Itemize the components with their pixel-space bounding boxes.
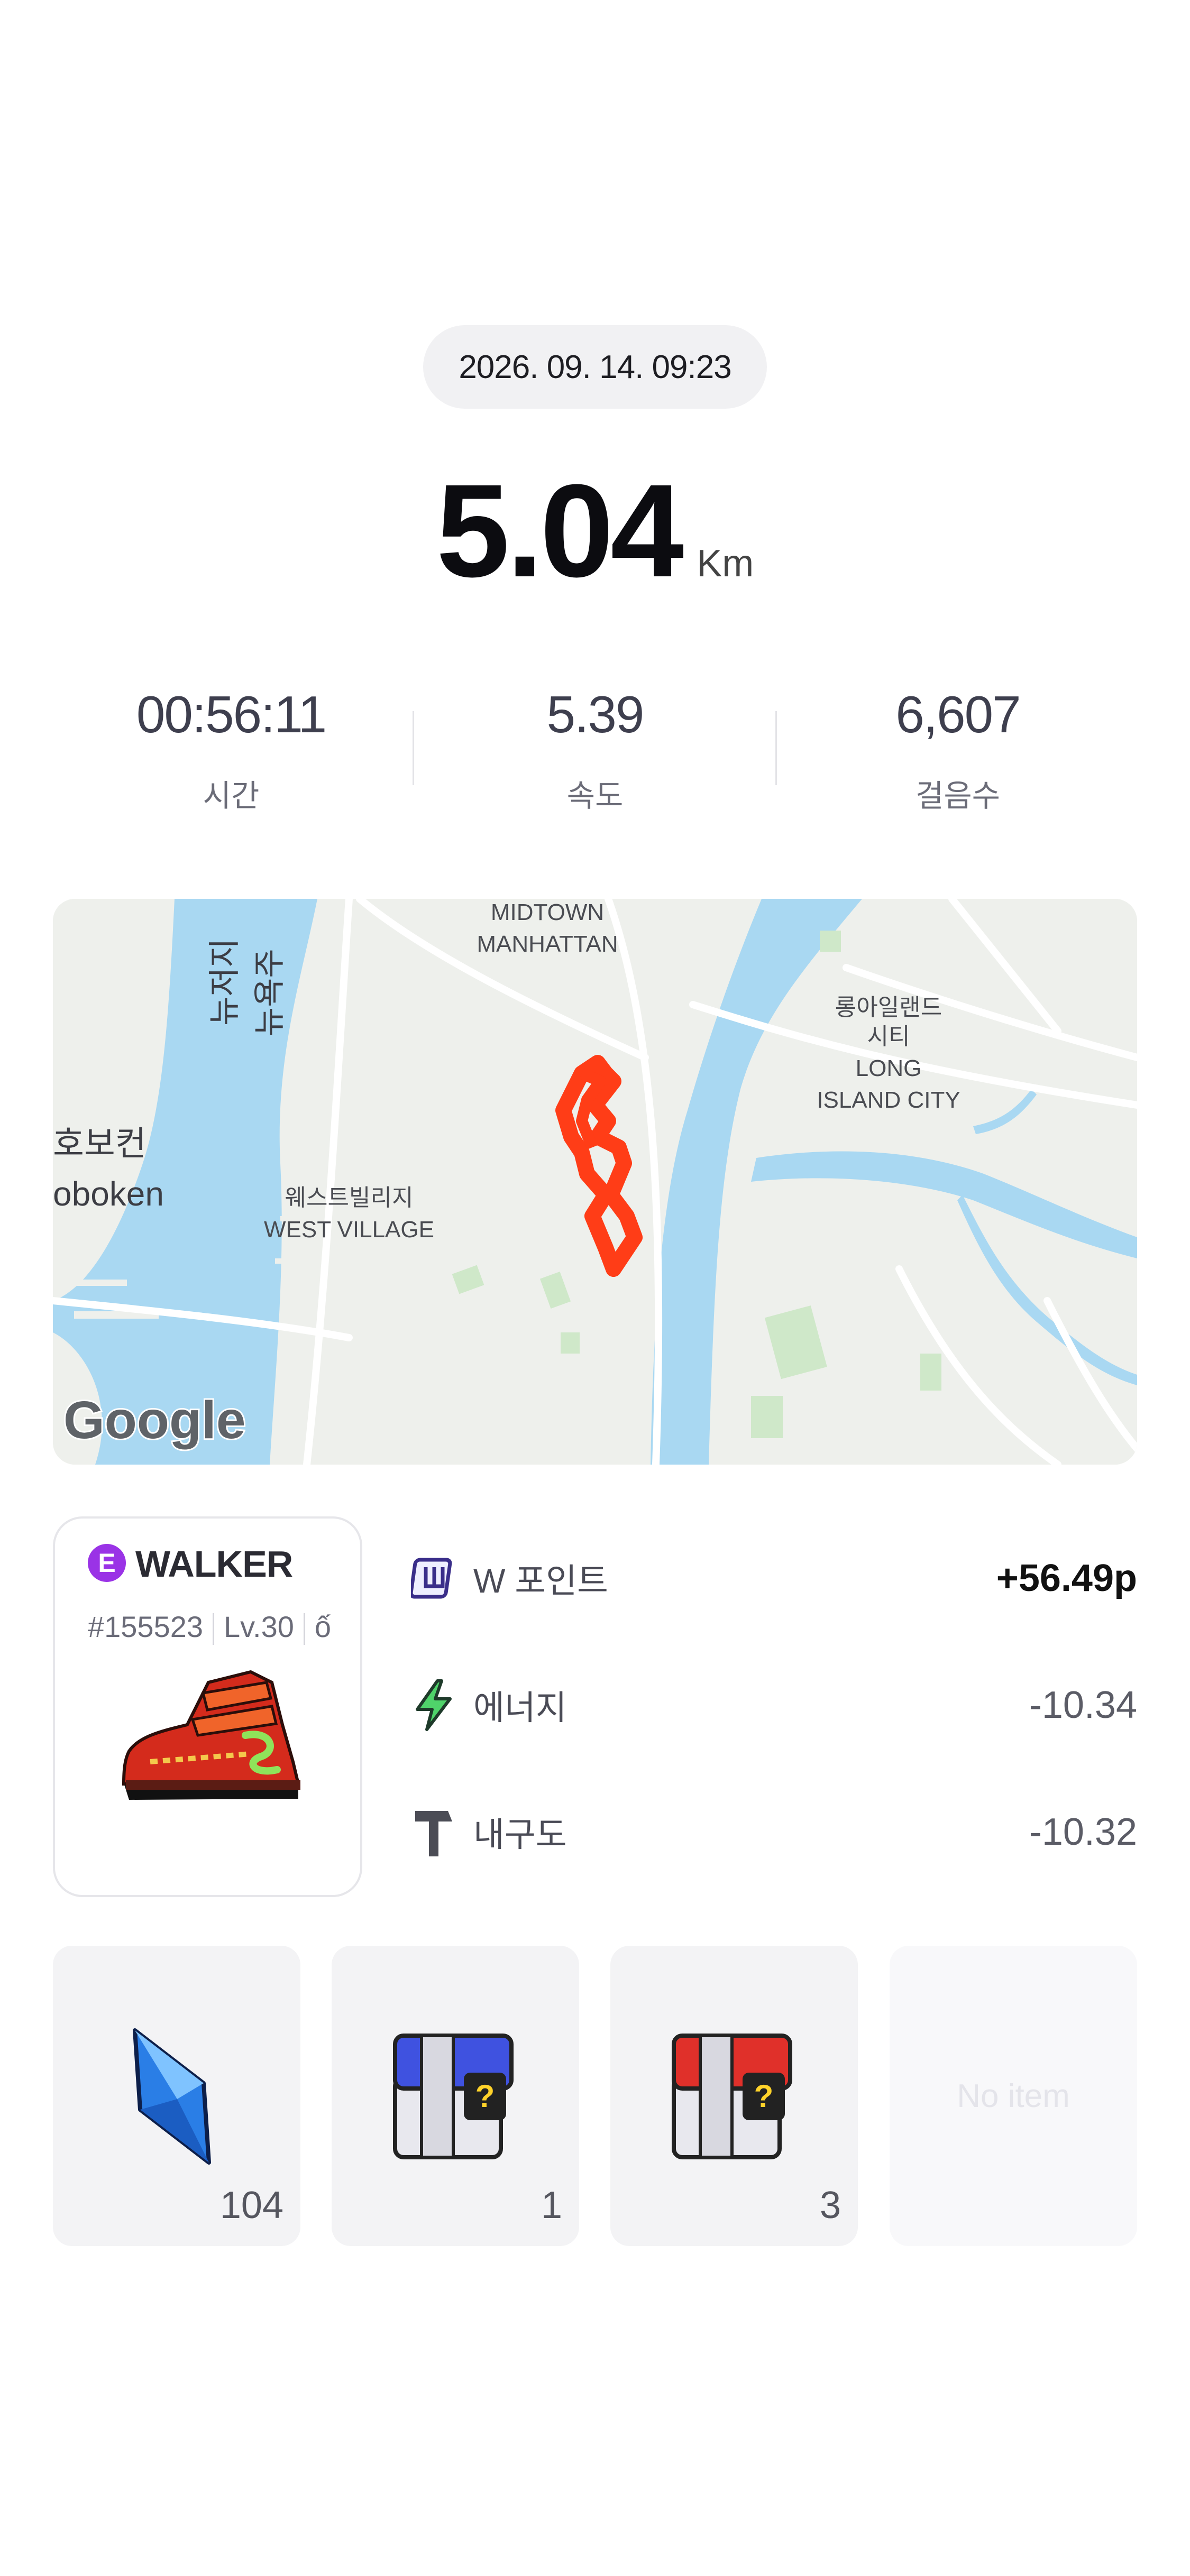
reward-energy-value: -10.34: [1029, 1684, 1137, 1726]
stat-speed-label: 속도: [566, 779, 624, 813]
durability-hammer-icon: [410, 1806, 457, 1859]
item-count: 1: [541, 2184, 562, 2227]
blue-gem-icon: [133, 2028, 211, 2165]
item-slot-red-box[interactable]: ? 3: [610, 1946, 858, 2246]
map-label-lic-ko-2: 시티: [867, 1024, 910, 1050]
map-label-lic-ko-1: 롱아일랜드: [835, 995, 942, 1020]
reward-w-point-label: W 포인트: [473, 1562, 608, 1600]
map-label-newjersey: 뉴저지: [207, 938, 242, 1026]
map-label-lic-en-1: LONG: [856, 1055, 922, 1081]
route-map[interactable]: MIDTOWN MANHATTAN 웨스트빌리지 WEST VILLAGE 롱아…: [53, 899, 1137, 1465]
shoe-meta: #155523 Lv.30 ố: [88, 1609, 331, 1645]
svg-text:?: ?: [754, 2078, 774, 2114]
stat-time-value: 00:56:11: [136, 685, 327, 743]
blue-mystery-box-icon: ?: [393, 2034, 514, 2159]
grade-badge: E: [88, 1544, 126, 1582]
stat-divider: [413, 711, 414, 785]
distance-value: 5.04: [436, 457, 684, 604]
stat-steps-label: 걸음수: [915, 779, 1001, 813]
red-mystery-box-icon: ?: [672, 2034, 792, 2159]
reward-durability: 내구도 -10.32: [410, 1800, 1137, 1864]
map-label-westvillage-ko: 웨스트빌리지: [285, 1185, 414, 1211]
stat-time-label: 시간: [203, 779, 260, 813]
stat-speed-value: 5.39: [546, 685, 645, 743]
item-slot-gem[interactable]: 104: [53, 1946, 300, 2246]
map-canvas: MIDTOWN MANHATTAN 웨스트빌리지 WEST VILLAGE 롱아…: [53, 899, 1137, 1465]
reward-w-point: W 포인트 +56.49p: [410, 1547, 1137, 1610]
reward-durability-label: 내구도: [473, 1816, 567, 1854]
map-label-westvillage-en: WEST VILLAGE: [264, 1217, 434, 1243]
shoe-level: Lv.30: [224, 1610, 294, 1643]
reward-energy-label: 에너지: [473, 1689, 567, 1727]
stat-steps-value: 6,607: [895, 685, 1021, 743]
reward-energy: 에너지 -10.34: [410, 1673, 1137, 1737]
shoe-type: WALKER: [135, 1543, 293, 1585]
google-logo: Google: [63, 1391, 245, 1450]
reward-durability-value: -10.32: [1029, 1811, 1137, 1853]
map-label-hoboken-ko: 호보컨: [53, 1125, 147, 1163]
item-slot-empty: No item: [890, 1946, 1137, 2246]
stat-time: 00:56:11 시간: [72, 685, 390, 815]
w-point-icon: [410, 1552, 457, 1605]
distance-unit: Km: [697, 542, 754, 585]
item-count: 3: [819, 2184, 841, 2227]
sneaker-icon: [122, 1670, 300, 1800]
map-label-newyork: 뉴욕주: [252, 949, 287, 1036]
map-label-midtown: MIDTOWN: [491, 899, 604, 925]
date-pill: 2026. 09. 14. 09:23: [423, 325, 767, 409]
svg-text:?: ?: [475, 2078, 495, 2114]
map-label-manhattan: MANHATTAN: [477, 931, 618, 957]
stat-divider: [775, 711, 777, 785]
datetime-text: 2026. 09. 14. 09:23: [459, 348, 731, 385]
map-label-lic-en-2: ISLAND CITY: [817, 1087, 960, 1113]
stat-speed: 5.39 속도: [436, 685, 754, 815]
item-count: 104: [219, 2184, 283, 2227]
shoe-id: #155523: [88, 1610, 204, 1643]
shoe-extra: ố: [314, 1610, 332, 1643]
distance-display: 5.04 Km: [0, 455, 1190, 606]
map-label-hoboken-en: oboken: [53, 1175, 164, 1213]
reward-w-point-value: +56.49p: [996, 1557, 1137, 1599]
stat-steps: 6,607 걸음수: [799, 685, 1116, 815]
item-slot-blue-box[interactable]: ? 1: [332, 1946, 579, 2246]
shoe-card[interactable]: E WALKER #155523 Lv.30 ố: [53, 1516, 362, 1897]
energy-bolt-icon: [410, 1679, 457, 1732]
no-item-text: No item: [957, 2077, 1070, 2114]
